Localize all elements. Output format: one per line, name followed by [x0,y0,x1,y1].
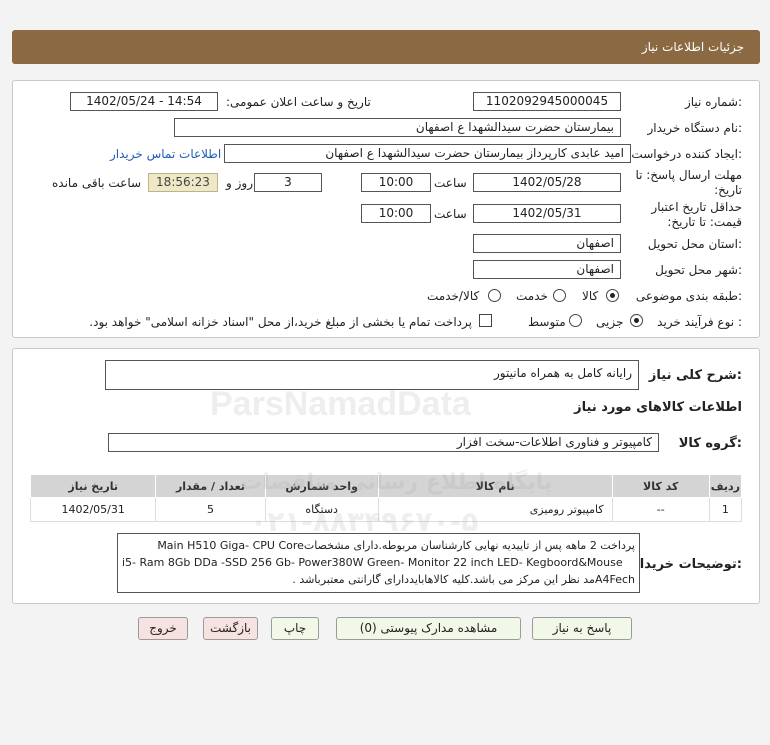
announce-date-label: تاریخ و ساعت اعلان عمومی: [226,95,371,109]
buyer-contact-link[interactable]: اطلاعات تماس خریدار [110,147,221,161]
cell-row: 1 [708,497,743,522]
table-header-row: ردیف کد کالا نام کالا واحد شمارش تعداد /… [29,474,743,498]
reply-time-label: ساعت [434,176,467,190]
need-number-label: شماره نیاز: [684,95,742,109]
back-button[interactable]: بازگشت [203,617,258,640]
creator-label: ایجاد کننده درخواست: [631,147,742,161]
page-title: جزئیات اطلاعات نیاز [641,40,744,54]
province-label: استان محل تحویل: [647,237,742,251]
col-date: تاریخ نیاز [29,474,157,498]
exit-button[interactable]: خروج [138,617,188,640]
cell-unit: دستگاه [264,497,379,522]
summary-label: شرح کلی نیاز: [648,368,742,383]
buyer-notes-line-2: i5- Ram 8Gb DDa -SSD 256 Gb- Power380W G… [122,556,623,569]
remaining-time-field: 18:56:23 [148,173,218,192]
validity-date-field: 1402/05/31 [473,204,621,223]
treasury-payment-note: پرداخت تمام یا بخشی از مبلغ خرید،از محل … [89,315,472,329]
goods-info-title: اطلاعات کالاهای مورد نیاز [574,400,742,415]
category-both-label: کالا/خدمت [427,289,480,303]
cell-code: -- [611,497,710,522]
reply-to-need-button[interactable]: پاسخ به نیاز [532,617,632,640]
summary-field: رایانه کامل به همراه مانیتور [105,360,639,390]
reply-time-field: 10:00 [361,173,431,192]
items-table-wrapper: ردیف کد کالا نام کالا واحد شمارش تعداد /… [29,474,743,522]
buyer-notes-box: پرداخت 2 ماهه پس از تاییدیه نهایی کارشنا… [117,533,640,593]
category-goods-label: کالا [582,289,599,303]
goods-group-field: کامپیوتر و فناوری اطلاعات-سخت افزار [108,433,659,452]
remaining-time-label: ساعت باقی مانده [52,176,142,190]
process-partial-radio[interactable] [630,314,643,327]
cell-date: 1402/05/31 [29,497,157,522]
buyer-org-field: بیمارستان حضرت سیدالشهدا ع اصفهان [174,118,621,137]
province-field: اصفهان [473,234,621,253]
process-medium-radio[interactable] [569,314,582,327]
creator-field: امید عابدی کارپرداز بیمارستان حضرت سیدال… [224,144,631,163]
col-unit: واحد شمارش [264,474,379,498]
buyer-notes-label: توضیحات خریدار: [632,557,742,572]
validity-time-label: ساعت [434,207,467,221]
days-label: روز و [226,176,253,190]
cell-qty: 5 [155,497,266,522]
col-name: نام کالا [377,474,613,498]
col-qty: تعداد / مقدار [155,474,266,498]
cell-name: کامپیوتر رومیزی [377,497,613,522]
need-number-field: 1102092945000045 [473,92,621,111]
view-attachments-button[interactable]: مشاهده مدارک پیوستی (0) [336,617,521,640]
col-row: ردیف [708,474,743,498]
validity-time-field: 10:00 [361,204,431,223]
category-label: طبقه بندی موضوعی: [635,289,742,303]
buyer-notes-line-3: A4Fechمد نظر این مرکز می باشد.کلیه کالاه… [292,573,635,586]
table-row[interactable]: 1 -- کامپیوتر رومیزی دستگاه 5 1402/05/31 [29,497,743,522]
category-service-radio[interactable] [553,289,566,302]
price-validity-label: حداقل تاریخ اعتبار قیمت: تا تاریخ: [651,200,742,229]
items-table: ردیف کد کالا نام کالا واحد شمارش تعداد /… [29,474,743,522]
print-button[interactable]: چاپ [271,617,319,640]
category-goods-radio[interactable] [606,289,619,302]
treasury-payment-checkbox[interactable] [479,314,492,327]
process-medium-label: متوسط [528,315,566,329]
reply-date-field: 1402/05/28 [473,173,621,192]
city-label: شهر محل تحویل: [655,263,742,277]
announce-date-field: 1402/05/24 - 14:54 [70,92,218,111]
process-type-label: نوع فرآیند خرید : [657,315,742,329]
days-field: 3 [254,173,322,192]
city-field: اصفهان [473,260,621,279]
col-code: کد کالا [611,474,710,498]
page-header: جزئیات اطلاعات نیاز [12,30,760,64]
process-partial-label: جزیی [596,315,624,329]
category-both-radio[interactable] [488,289,501,302]
goods-group-label: گروه کالا: [678,436,742,451]
reply-deadline-label: مهلت ارسال پاسخ: تا تاریخ: [635,168,742,197]
category-service-label: خدمت [516,289,548,303]
buyer-org-label: نام دستگاه خریدار: [647,121,743,135]
buyer-notes-line-1: پرداخت 2 ماهه پس از تاییدیه نهایی کارشنا… [157,539,635,552]
